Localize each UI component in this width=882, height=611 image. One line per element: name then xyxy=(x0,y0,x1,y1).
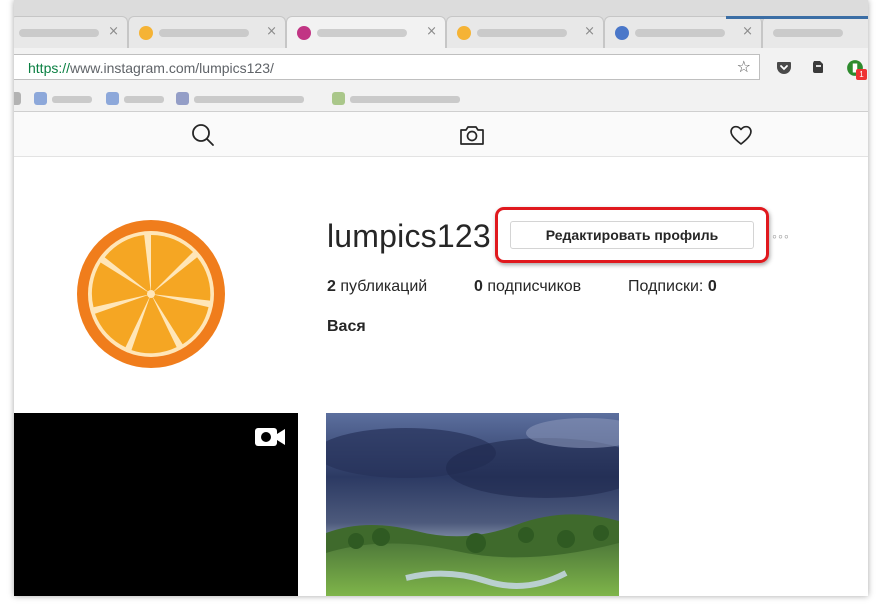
instagram-nav xyxy=(14,112,868,157)
bookmark-label-blurred xyxy=(52,96,92,103)
bookmark-item[interactable] xyxy=(106,92,176,106)
url-path: www.instagram.com/lumpics123/ xyxy=(70,60,274,76)
evernote-icon[interactable] xyxy=(810,59,826,75)
camera-icon[interactable] xyxy=(459,122,485,148)
tab-favicon-icon xyxy=(457,26,471,40)
post-video-thumbnail[interactable] xyxy=(14,413,298,596)
more-options-icon[interactable]: ◦◦◦ xyxy=(772,228,790,244)
tab-title-blurred xyxy=(773,29,843,37)
extension-badge: 1 xyxy=(856,69,867,80)
profile-full-name: Вася xyxy=(327,318,366,335)
heart-icon[interactable] xyxy=(728,122,754,148)
search-icon[interactable] xyxy=(190,122,216,148)
posts-count-stat: 2 публикаций xyxy=(327,278,427,296)
landscape-photo xyxy=(326,413,619,596)
tab-title-blurred xyxy=(635,29,725,37)
tab-instagram[interactable]: × xyxy=(286,16,446,48)
bookmark-label-blurred xyxy=(194,96,304,103)
following-label: Подписки: xyxy=(628,278,704,295)
tab-title-blurred xyxy=(477,29,567,37)
bookmark-favicon-icon xyxy=(14,92,21,105)
video-camera-icon xyxy=(255,428,285,446)
window-title-accent xyxy=(726,16,868,19)
posts-label: публикаций xyxy=(340,278,428,295)
tab-close-icon[interactable]: × xyxy=(108,24,119,39)
tab-5[interactable]: × xyxy=(604,16,762,48)
instagram-favicon-icon xyxy=(297,26,311,40)
address-bar[interactable]: https://www.instagram.com/lumpics123/ ☆ xyxy=(14,54,760,80)
bookmark-item[interactable] xyxy=(34,92,104,106)
bookmark-item[interactable] xyxy=(176,92,326,106)
bookmark-favicon-icon xyxy=(106,92,119,105)
followers-stat[interactable]: 0 подписчиков xyxy=(474,278,581,296)
bookmark-favicon-icon xyxy=(176,92,189,105)
tab-bar: × × × × × xyxy=(14,0,868,48)
tab-title-blurred xyxy=(317,29,407,37)
tab-title-blurred xyxy=(19,29,99,37)
bookmark-favicon-icon xyxy=(332,92,345,105)
tab-favicon-icon xyxy=(139,26,153,40)
bookmark-star-icon[interactable]: ☆ xyxy=(737,57,751,76)
bookmark-item[interactable] xyxy=(14,92,22,106)
bookmarks-bar xyxy=(14,86,868,112)
tab-close-icon[interactable]: × xyxy=(426,24,437,39)
bookmark-label-blurred xyxy=(124,96,164,103)
following-stat[interactable]: Подписки: 0 xyxy=(628,278,717,296)
highlight-frame: Редактировать профиль xyxy=(495,207,769,263)
profile-username: lumpics123 xyxy=(327,218,491,254)
posts-count: 2 xyxy=(327,278,336,295)
tab-2[interactable]: × xyxy=(128,16,286,48)
bookmark-item[interactable] xyxy=(332,92,482,106)
tab-1[interactable]: × xyxy=(14,16,128,48)
following-count: 0 xyxy=(707,278,717,295)
tab-6[interactable] xyxy=(762,16,868,48)
bookmark-label-blurred xyxy=(350,96,460,103)
extension-green-icon[interactable]: 1 xyxy=(846,59,867,80)
tab-4[interactable]: × xyxy=(446,16,604,48)
bookmark-favicon-icon xyxy=(34,92,47,105)
edit-profile-button[interactable]: Редактировать профиль xyxy=(510,221,754,249)
tab-favicon-icon xyxy=(615,26,629,40)
url-scheme: https:// xyxy=(28,60,71,76)
browser-window: × × × × × https://www.instagram.com/lump… xyxy=(14,0,868,596)
tab-close-icon[interactable]: × xyxy=(584,24,595,39)
tab-title-blurred xyxy=(159,29,249,37)
followers-count: 0 xyxy=(474,278,483,295)
pocket-icon[interactable] xyxy=(776,59,792,75)
tab-close-icon[interactable]: × xyxy=(266,24,277,39)
post-landscape-photo[interactable] xyxy=(326,413,619,596)
followers-label: подписчиков xyxy=(487,278,582,295)
avatar[interactable] xyxy=(76,219,226,369)
url-text[interactable]: https://www.instagram.com/lumpics123/ xyxy=(28,60,274,76)
tab-close-icon[interactable]: × xyxy=(742,24,753,39)
address-row: https://www.instagram.com/lumpics123/ ☆ … xyxy=(14,48,868,86)
